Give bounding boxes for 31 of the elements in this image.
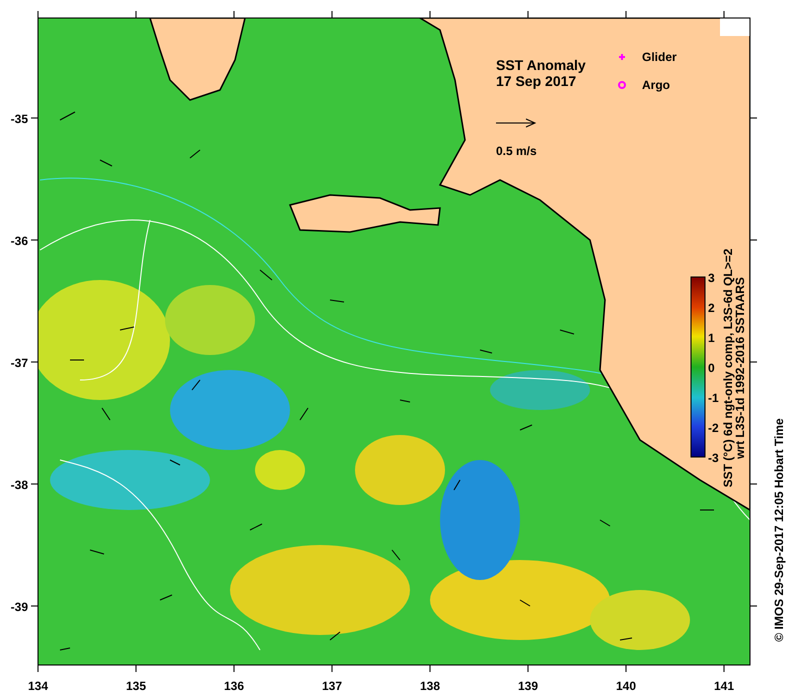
x-axis-tick-label: 138: [420, 679, 440, 693]
y-axis-tick-label: -39: [10, 600, 28, 614]
map-date: 17 Sep 2017: [496, 73, 576, 89]
x-axis-tick-label: 139: [518, 679, 538, 693]
y-axis-tick-label: -37: [10, 356, 28, 370]
colorbar-label: wrt L3S-1d 1992-2016 SSTAARS: [733, 277, 747, 459]
y-axis-tick-label: -36: [10, 234, 28, 248]
colorbar-tick-label: -3: [708, 451, 719, 465]
legend-label: Argo: [642, 78, 670, 92]
x-axis-tick-label: 140: [616, 679, 636, 693]
colorbar-tick-label: 2: [708, 301, 715, 315]
x-axis-tick-label: 137: [322, 679, 342, 693]
ring-marker-icon: [618, 81, 626, 89]
x-axis-tick-label: 135: [126, 679, 146, 693]
colorbar-label: SST (°C) 6d ngt-only comp, L3S-6d QL>=2: [721, 248, 735, 488]
map-title: SST Anomaly: [496, 57, 586, 73]
x-axis-tick-label: 136: [224, 679, 244, 693]
colorbar-tick-label: 1: [708, 331, 715, 345]
x-axis-tick-label: 141: [714, 679, 734, 693]
plus-marker-icon: [618, 53, 626, 61]
colorbar-tick-label: -1: [708, 391, 719, 405]
colorbar-tick-label: 0: [708, 361, 715, 375]
current-scale-label: 0.5 m/s: [496, 144, 537, 158]
x-axis-tick-label: 134: [28, 679, 48, 693]
colorbar-tick-label: 3: [708, 271, 715, 285]
y-axis-tick-label: -35: [10, 112, 28, 126]
legend-label: Glider: [642, 50, 677, 64]
colorbar-tick-label: -2: [708, 421, 719, 435]
current-scale-arrow: [496, 118, 536, 128]
credit-text: © IMOS 29-Sep-2017 12:05 Hobart Time: [772, 418, 786, 642]
y-axis-tick-label: -38: [10, 478, 28, 492]
